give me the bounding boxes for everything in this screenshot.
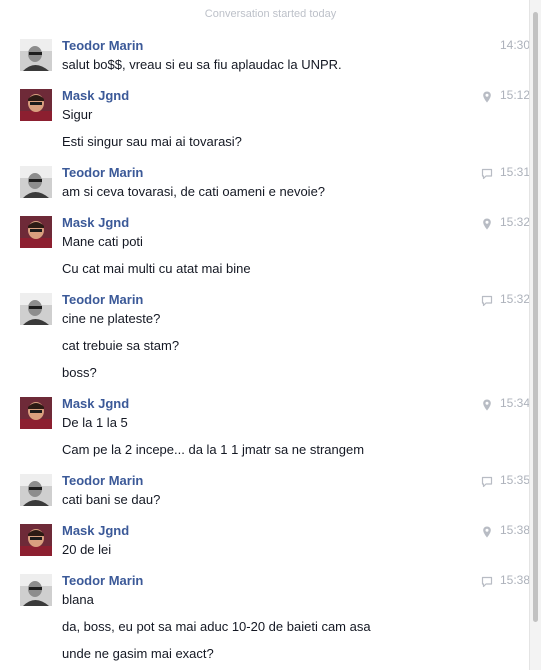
avatar[interactable] [20, 39, 52, 71]
message-timestamp: 15:34 [499, 396, 530, 410]
location-pin-icon [481, 526, 493, 538]
message-timestamp: 15:35 [499, 473, 530, 487]
message-text: 20 de lei [62, 542, 112, 557]
message-text: De la 1 la 5 [62, 415, 128, 430]
message-text: cat trebuie sa stam? [62, 338, 180, 353]
avatar[interactable] [20, 293, 52, 325]
avatar[interactable] [20, 474, 52, 506]
sender-name[interactable]: Mask Jgnd [62, 88, 129, 103]
location-pin-icon [481, 399, 493, 411]
conversation-started-label: Conversation started today [204, 8, 337, 20]
message-text: blana [62, 592, 94, 607]
message-text: salut bo$$, vreau si eu sa fiu aplaudac … [62, 57, 342, 72]
message-timestamp: 15:38 [499, 523, 530, 537]
sender-name[interactable]: Teodor Marin [62, 165, 143, 180]
message-text: Mane cati poti [62, 234, 143, 249]
location-pin-icon [481, 91, 493, 103]
avatar[interactable] [20, 524, 52, 556]
message-text: unde ne gasim mai exact? [62, 646, 214, 661]
chat-bubble-icon [481, 168, 493, 180]
chat-bubble-icon [481, 576, 493, 588]
scrollbar-thumb[interactable] [533, 12, 538, 622]
location-pin-icon [481, 218, 493, 230]
sender-name[interactable]: Teodor Marin [62, 473, 143, 488]
chat-bubble-icon [481, 476, 493, 488]
message-text: boss? [62, 365, 97, 380]
sender-name[interactable]: Mask Jgnd [62, 523, 129, 538]
message-text: Cam pe la 2 incepe... da la 1 1 jmatr sa… [62, 442, 365, 457]
avatar[interactable] [20, 397, 52, 429]
sender-name[interactable]: Mask Jgnd [62, 215, 129, 230]
avatar[interactable] [20, 574, 52, 606]
chat-bubble-icon [481, 295, 493, 307]
sender-name[interactable]: Mask Jgnd [62, 396, 129, 411]
sender-name[interactable]: Teodor Marin [62, 38, 143, 53]
message-text: Esti singur sau mai ai tovarasi? [62, 134, 242, 149]
message-timestamp: 14:30 [499, 38, 530, 52]
sender-name[interactable]: Teodor Marin [62, 292, 143, 307]
message-text: am si ceva tovarasi, de cati oameni e ne… [62, 184, 326, 199]
message-text: Cu cat mai multi cu atat mai bine [62, 261, 251, 276]
message-text: cine ne plateste? [62, 311, 161, 326]
sender-name[interactable]: Teodor Marin [62, 573, 143, 588]
conversation-panel: Conversation started today Teodor Marin 1… [0, 0, 530, 670]
message-timestamp: 15:32 [499, 292, 530, 306]
message-timestamp: 15:38 [499, 573, 530, 587]
message-timestamp: 15:31 [499, 165, 530, 179]
message-text: da, boss, eu pot sa mai aduc 10-20 de ba… [62, 619, 371, 634]
message-timestamp: 15:32 [499, 215, 530, 229]
message-text: cati bani se dau? [62, 492, 161, 507]
message-timestamp: 15:12 [499, 88, 530, 102]
avatar[interactable] [20, 89, 52, 121]
avatar[interactable] [20, 166, 52, 198]
scrollbar[interactable] [529, 0, 541, 670]
message-text: Sigur [62, 107, 93, 122]
avatar[interactable] [20, 216, 52, 248]
